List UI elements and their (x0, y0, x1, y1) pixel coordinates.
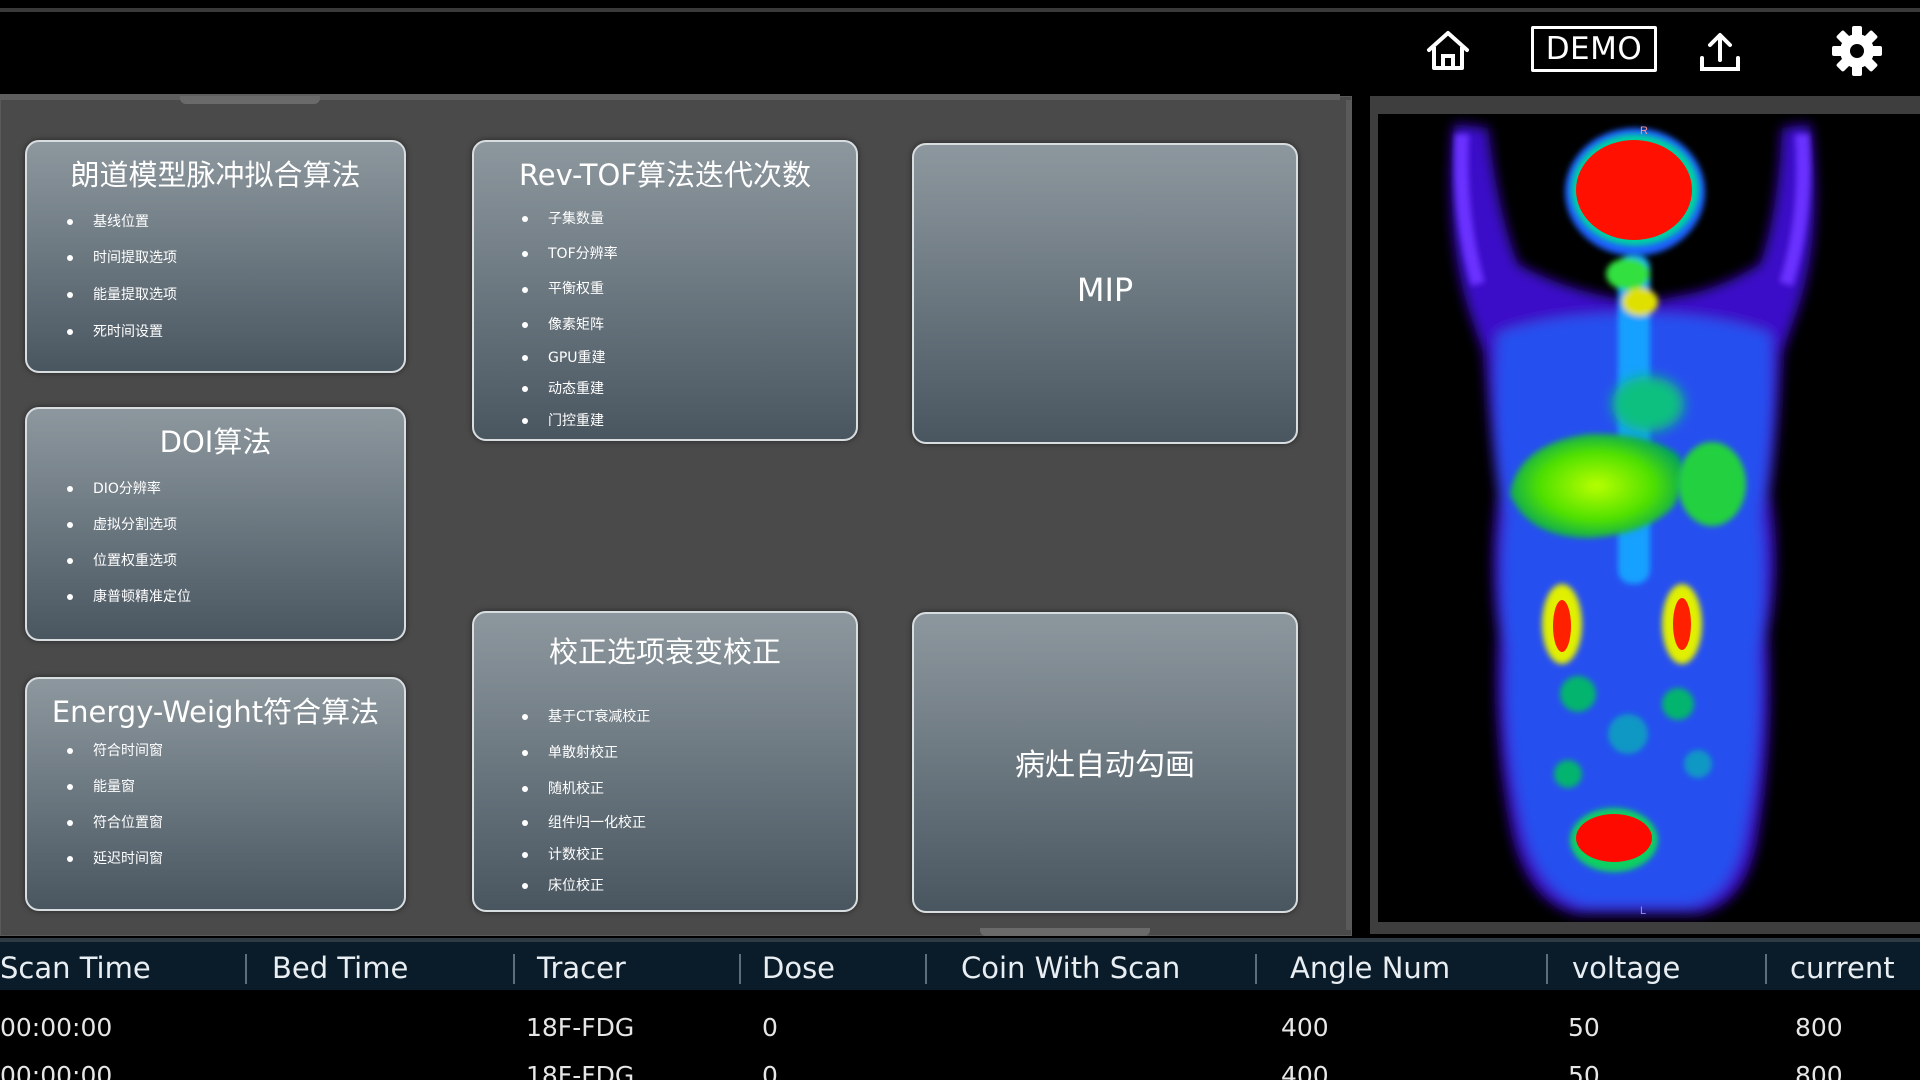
list-item: TOF分辨率 (522, 236, 618, 272)
list-item: 组件归一化校正 (522, 807, 650, 839)
cell-dose: 0 (762, 1061, 778, 1080)
cell-scan-time: 00:00:00 (0, 1061, 113, 1080)
list-item: 计数校正 (522, 839, 650, 871)
column-header-angle-num[interactable]: Angle Num (1290, 942, 1450, 994)
card-langdao-pulse-fitting[interactable]: 朗道模型脉冲拟合算法 基线位置 时间提取选项 能量提取选项 死时间设置 (25, 140, 406, 373)
list-item: 平衡权重 (522, 272, 618, 307)
panel-right-edge (1346, 100, 1352, 930)
lesion-auto-delineation-button[interactable]: 病灶自动勾画 (912, 612, 1298, 913)
gear-icon (1832, 26, 1882, 76)
option-list: 符合时间窗 能量窗 符合位置窗 延迟时间窗 (67, 733, 163, 877)
list-item: 像素矩阵 (522, 307, 618, 343)
upload-button[interactable] (1692, 24, 1748, 80)
list-item: 位置权重选项 (67, 543, 191, 579)
list-item: 符合位置窗 (67, 805, 163, 841)
cell-scan-time: 00:00:00 (0, 1013, 113, 1042)
cell-dose: 0 (762, 1013, 778, 1042)
settings-button[interactable] (1828, 22, 1886, 80)
cell-current: 800 (1795, 1061, 1843, 1080)
list-item: DIO分辨率 (67, 471, 191, 507)
list-item: 康普顿精准定位 (67, 579, 191, 615)
column-divider (513, 954, 515, 984)
lesion-label: 病灶自动勾画 (1015, 748, 1195, 783)
orientation-marker-bottom: L (1640, 905, 1646, 917)
panel-notch (180, 96, 320, 104)
card-correction-options[interactable]: 校正选项衰变校正 基于CT衰减校正 单散射校正 随机校正 组件归一化校正 计数校… (472, 611, 858, 912)
list-item: GPU重建 (522, 343, 618, 373)
pet-mip-viewer[interactable]: R L (1378, 114, 1920, 922)
cell-tracer: 18F-FDG (526, 1013, 635, 1042)
upload-icon (1700, 33, 1740, 71)
cell-current: 800 (1795, 1013, 1843, 1042)
column-header-bed-time[interactable]: Bed Time (272, 942, 408, 994)
column-header-current[interactable]: current (1790, 942, 1895, 994)
column-divider (1765, 954, 1767, 984)
column-header-dose[interactable]: Dose (762, 942, 835, 994)
option-list: DIO分辨率 虚拟分割选项 位置权重选项 康普顿精准定位 (67, 471, 191, 615)
list-item: 死时间设置 (67, 314, 177, 350)
option-list: 基线位置 时间提取选项 能量提取选项 死时间设置 (67, 204, 177, 350)
list-item: 符合时间窗 (67, 733, 163, 769)
panel-notch (980, 928, 1150, 936)
card-doi-algorithm[interactable]: DOI算法 DIO分辨率 虚拟分割选项 位置权重选项 康普顿精准定位 (25, 407, 406, 641)
column-divider (925, 954, 927, 984)
scan-table-header: Scan Time Bed Time Tracer Dose Coin With… (0, 938, 1920, 994)
list-item: 虚拟分割选项 (67, 507, 191, 543)
list-item: 床位校正 (522, 871, 650, 901)
list-item: 随机校正 (522, 771, 650, 807)
cell-tracer: 18F-FDG (526, 1061, 635, 1080)
column-divider (739, 954, 741, 984)
home-icon (1427, 31, 1469, 70)
list-item: 子集数量 (522, 202, 618, 236)
card-rev-tof-iterations[interactable]: Rev-TOF算法迭代次数 子集数量 TOF分辨率 平衡权重 像素矩阵 GPU重… (472, 140, 858, 441)
cell-voltage: 50 (1568, 1013, 1600, 1042)
card-title: DOI算法 (159, 425, 272, 459)
card-title: 朗道模型脉冲拟合算法 (70, 158, 361, 192)
column-header-voltage[interactable]: voltage (1572, 942, 1680, 994)
scan-table-body: 00:00:00 18F-FDG 0 400 50 800 00:00:00 1… (0, 990, 1920, 1080)
option-list: 子集数量 TOF分辨率 平衡权重 像素矩阵 GPU重建 动态重建 门控重建 (522, 202, 618, 437)
cell-angle-num: 400 (1281, 1013, 1329, 1042)
list-item: 单散射校正 (522, 735, 650, 771)
card-title: Energy-Weight符合算法 (51, 695, 380, 729)
card-energy-weight-coincidence[interactable]: Energy-Weight符合算法 符合时间窗 能量窗 符合位置窗 延迟时间窗 (25, 677, 406, 911)
list-item: 动态重建 (522, 373, 618, 405)
list-item: 能量提取选项 (67, 276, 177, 314)
cell-voltage: 50 (1568, 1061, 1600, 1080)
cell-angle-num: 400 (1281, 1061, 1329, 1080)
column-divider (1546, 954, 1548, 984)
column-header-tracer[interactable]: Tracer (537, 942, 626, 994)
home-button[interactable] (1420, 22, 1476, 78)
column-divider (245, 954, 247, 984)
pet-body-scan-image: R L (1451, 124, 1815, 917)
list-item: 基线位置 (67, 204, 177, 240)
option-list: 基于CT衰减校正 单散射校正 随机校正 组件归一化校正 计数校正 床位校正 (522, 699, 650, 901)
column-divider (1255, 954, 1257, 984)
list-item: 能量窗 (67, 769, 163, 805)
list-item: 时间提取选项 (67, 240, 177, 276)
demo-button[interactable]: DEMO (1531, 26, 1657, 72)
list-item: 门控重建 (522, 405, 618, 437)
card-title: Rev-TOF算法迭代次数 (518, 158, 812, 192)
column-header-coin-with-scan[interactable]: Coin With Scan (961, 942, 1180, 994)
list-item: 基于CT衰减校正 (522, 699, 650, 735)
orientation-marker-top: R (1640, 125, 1648, 137)
column-header-scan-time[interactable]: Scan Time (0, 942, 151, 994)
mip-button[interactable]: MIP (912, 143, 1298, 444)
card-title: 校正选项衰变校正 (548, 635, 781, 669)
list-item: 延迟时间窗 (67, 841, 163, 877)
mip-label: MIP (1076, 271, 1134, 309)
